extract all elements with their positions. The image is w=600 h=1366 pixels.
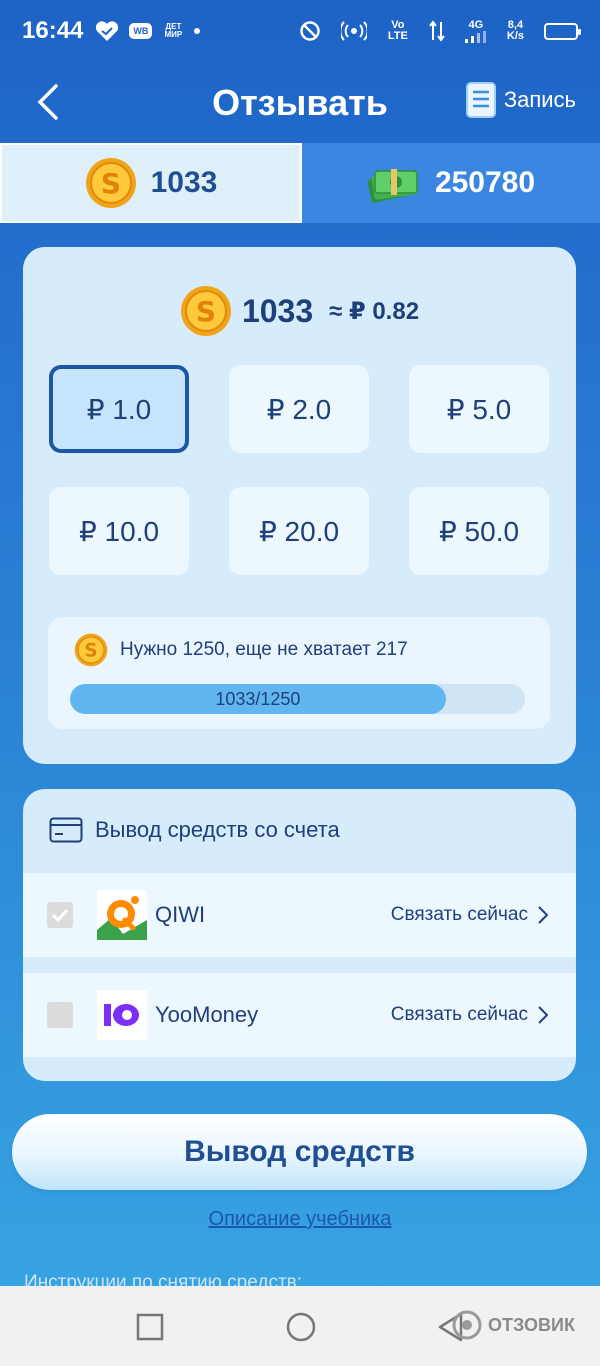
coin-icon: S: [180, 286, 231, 336]
amount-option[interactable]: ₽ 1.0: [49, 365, 189, 453]
record-button[interactable]: Запись: [465, 82, 576, 118]
method-row-yoomoney[interactable]: YooMoney Связать сейчас: [23, 973, 576, 1057]
chevron-right-icon: [538, 1006, 548, 1024]
amount-option[interactable]: ₽ 2.0: [229, 365, 369, 453]
tab-coins[interactable]: S 1033: [0, 143, 302, 223]
method-checkbox[interactable]: [47, 902, 73, 928]
balance-tabs: S 1033 250780: [0, 143, 600, 223]
record-document-icon: [465, 82, 496, 118]
hotspot-icon: [340, 21, 367, 41]
battery-icon: [544, 22, 581, 40]
svg-text:S: S: [196, 295, 216, 328]
coin-icon: S: [74, 633, 108, 667]
svg-text:S: S: [84, 641, 97, 662]
method-row-qiwi[interactable]: QIWI Связать сейчас: [23, 873, 576, 957]
progress-label: 1033/1250: [215, 688, 301, 709]
requirement-text: Нужно 1250, еще не хватает 217: [120, 639, 408, 660]
amount-option[interactable]: ₽ 50.0: [409, 487, 549, 575]
balance-approx: ≈ ₽ 0.82: [329, 297, 420, 325]
back-arrow-icon: [37, 84, 58, 120]
svg-text:S: S: [101, 167, 121, 200]
methods-title: Вывод средств со счета: [95, 817, 340, 842]
watermark-label: ОТЗОВИК: [488, 1314, 575, 1335]
link-now-label: Связать сейчас: [390, 1004, 528, 1025]
header: Отзывать Запись: [0, 70, 600, 136]
withdraw-button[interactable]: Вывод средств: [12, 1114, 587, 1190]
balance-coins: 1033: [241, 292, 314, 329]
network-label: 4G: [468, 18, 484, 31]
checkmark-icon: [51, 908, 69, 922]
credit-card-icon: [49, 817, 83, 843]
cash-stack-icon: [367, 169, 419, 203]
tutorial-link[interactable]: Описание учебника: [0, 1208, 600, 1231]
speed-indicator: 8,4 K/s: [507, 20, 524, 42]
link-now-button[interactable]: Связать сейчас: [391, 904, 548, 926]
home-button[interactable]: [284, 1310, 318, 1344]
tab-cash-label: 250780: [434, 166, 536, 199]
link-now-label: Связать сейчас: [390, 904, 528, 925]
dot-icon: [194, 28, 201, 34]
otzovik-logo-icon: [452, 1310, 482, 1340]
requirement-row: S Нужно 1250, еще не хватает 217: [74, 633, 408, 667]
progress-fill: 1033/1250: [70, 684, 446, 714]
record-label: Запись: [503, 87, 576, 112]
requirement-box: S Нужно 1250, еще не хватает 217 1033/12…: [48, 617, 550, 729]
coin-icon: S: [85, 158, 136, 208]
do-not-disturb-icon: [299, 20, 321, 42]
otzovik-watermark: ОТЗОВИК: [452, 1310, 575, 1340]
progress-bar: 1033/1250: [70, 684, 525, 714]
tab-coins-label: 1033: [150, 166, 218, 199]
balance-row: S 1033 ≈ ₽ 0.82: [23, 285, 576, 337]
circle-icon: [286, 1312, 316, 1342]
status-bar: 16:44 WB ДЕТ МИР Vo LTE 4G 8,4 K/s: [0, 0, 600, 62]
speed-unit: K/s: [506, 30, 524, 42]
tab-cash[interactable]: 250780: [302, 143, 600, 223]
detmir-app-icon: ДЕТ МИР: [164, 22, 183, 39]
amount-option[interactable]: ₽ 20.0: [229, 487, 369, 575]
method-name: QIWI: [155, 902, 206, 927]
amount-option[interactable]: ₽ 10.0: [49, 487, 189, 575]
volte-icon: Vo LTE: [387, 19, 408, 42]
square-icon: [136, 1313, 164, 1341]
amount-grid: ₽ 1.0 ₽ 2.0 ₽ 5.0 ₽ 10.0 ₽ 20.0 ₽ 50.0: [49, 365, 550, 575]
recent-apps-button[interactable]: [133, 1310, 167, 1344]
system-nav-bar: ОТЗОВИК: [0, 1286, 600, 1366]
method-checkbox[interactable]: [47, 1002, 73, 1028]
yoomoney-logo-icon: [97, 990, 147, 1040]
back-button[interactable]: [28, 82, 68, 122]
qiwi-logo-icon: [97, 890, 147, 940]
withdraw-methods-card: Вывод средств со счета QIWI Связать сейч…: [23, 789, 576, 1081]
wb-app-icon: WB: [129, 23, 153, 39]
status-time: 16:44: [22, 17, 84, 44]
method-name: YooMoney: [155, 1002, 259, 1027]
chevron-right-icon: [538, 906, 548, 924]
heart-icon: [95, 20, 119, 42]
withdraw-amount-card: S 1033 ≈ ₽ 0.82 ₽ 1.0 ₽ 2.0 ₽ 5.0 ₽ 10.0…: [23, 247, 576, 764]
data-arrows-icon: [429, 20, 445, 42]
amount-option[interactable]: ₽ 5.0: [409, 365, 549, 453]
methods-title-row: Вывод средств со счета: [49, 817, 340, 843]
signal-4g-icon: 4G: [464, 18, 487, 43]
link-now-button[interactable]: Связать сейчас: [391, 1004, 548, 1026]
